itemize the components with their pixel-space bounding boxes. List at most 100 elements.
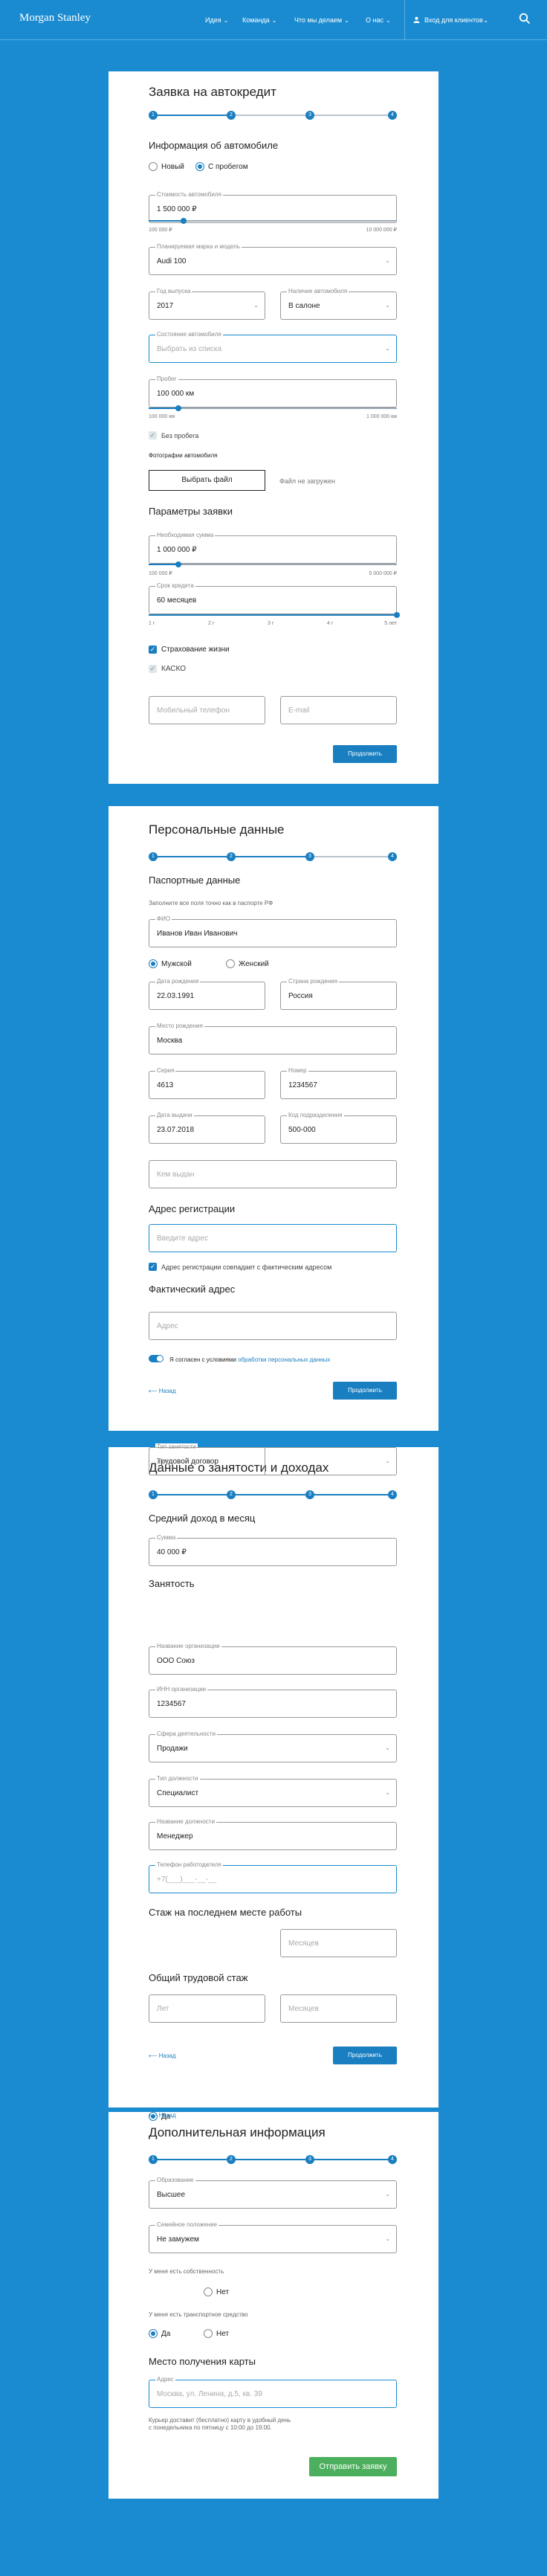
back-link[interactable]: ⟵ Назад <box>149 2112 176 2119</box>
section-reg-address: Адрес регистрации <box>149 1203 236 1214</box>
step-1: 1 <box>149 1490 158 1499</box>
employer-phone-input[interactable]: Телефон работодателя +7(___)___-__-__ <box>149 1861 397 1893</box>
mileage-field[interactable]: Пробег 100 000 км <box>149 376 397 408</box>
mileage-min: 100 000 км <box>149 414 175 419</box>
back-link[interactable]: ⟵ Назад <box>149 1388 176 1394</box>
choose-file-button[interactable]: Выбрать файл <box>149 470 265 491</box>
radio-new[interactable]: Новый <box>149 162 184 171</box>
consent-link[interactable]: обработки персональных данных <box>238 1356 330 1363</box>
brand-model-select[interactable]: Планируемая марка и модель Audi 100 ⌄ <box>149 243 397 275</box>
radio-female[interactable]: Женский <box>226 959 269 968</box>
step-1: 1 <box>149 2155 158 2164</box>
radio-used[interactable]: С пробегом <box>195 162 248 171</box>
car-price-slider[interactable] <box>149 218 397 224</box>
chevron-down-icon: ⌄ <box>385 2235 390 2242</box>
section-actual-address: Фактический адрес <box>149 1284 236 1295</box>
reg-matches-checkbox[interactable]: ✓ Адрес регистрации совпадает с фактическ… <box>149 1263 331 1271</box>
series-field[interactable]: Серия 4613 <box>149 1067 265 1099</box>
last-job-years-input[interactable]: Лет <box>149 1447 265 1475</box>
radio-male[interactable]: Мужской <box>149 959 192 968</box>
client-login[interactable]: Вход для клиентов⌄ <box>413 16 488 25</box>
continue-button[interactable]: Продолжить <box>333 745 397 763</box>
step-2: 2 <box>227 111 236 120</box>
birth-place-field[interactable]: Место рождения Москва <box>149 1023 397 1054</box>
total-months-input[interactable]: Месяцев <box>280 1994 397 2023</box>
chevron-down-icon: ⌄ <box>385 1458 390 1464</box>
total-years-input[interactable]: Лет <box>149 1994 265 2023</box>
phone-input[interactable]: Мобильный телефон <box>149 696 265 724</box>
email-input[interactable]: E-mail <box>280 696 397 724</box>
arrow-left-icon: ⟵ <box>149 2052 159 2059</box>
chevron-down-icon: ⌄ <box>223 17 229 24</box>
user-icon <box>413 16 420 23</box>
last-job-months-input[interactable]: Месяцев <box>280 1929 397 1957</box>
birth-date-field[interactable]: Дата рождения 22.03.1991 <box>149 978 265 1010</box>
income-field[interactable]: Сумма 40 000 ₽ <box>149 1534 397 1566</box>
page-title: Заявка на автокредит <box>149 85 276 99</box>
kasko-checkbox[interactable]: ✓ КАСКО <box>149 665 186 673</box>
birth-country-field[interactable]: Страна рождения Россия <box>280 978 397 1010</box>
availability-select[interactable]: Наличие автомобиля В салоне ⌄ <box>280 288 397 320</box>
back-link[interactable]: ⟵ Назад <box>149 2052 176 2059</box>
loan-term-field[interactable]: Срок кредита 60 месяцев <box>149 582 397 614</box>
year-select[interactable]: Год выпуска 2017 ⌄ <box>149 288 265 320</box>
delivery-note-2: с понедельника по пятницу с 10:00 до 19:… <box>149 2424 272 2431</box>
car-state-select[interactable]: Состояние автомобиля Выбрать из списка ⌄ <box>149 331 397 363</box>
fio-field[interactable]: ФИО Иванов Иван Иванович <box>149 915 397 947</box>
vehicle-yes-radio[interactable]: Да <box>149 2329 170 2338</box>
chevron-down-icon: ⌄ <box>385 17 391 24</box>
delivery-address-input[interactable]: Адрес Москва, ул. Ленина, д.5, кв. 39 <box>149 2376 397 2408</box>
property-no-radio[interactable]: Нет <box>204 2287 229 2296</box>
search-icon[interactable] <box>519 13 531 25</box>
position-type-select[interactable]: Тип должности Специалист ⌄ <box>149 1775 397 1807</box>
activity-select[interactable]: Сфера деятельности Продажи ⌄ <box>149 1730 397 1762</box>
property-question: У меня есть собственность <box>149 2268 224 2275</box>
continue-button[interactable]: Продолжить <box>333 2047 397 2064</box>
loan-term-slider[interactable] <box>149 612 400 618</box>
loan-amount-field[interactable]: Необходимая сумма 1 000 000 ₽ <box>149 532 397 564</box>
stepper: 1 2 3 4 <box>149 1490 397 1499</box>
no-mileage-checkbox[interactable]: ✓ Без пробега <box>149 431 198 439</box>
step-1: 1 <box>149 111 158 120</box>
reg-address-input[interactable]: Введите адрес <box>149 1224 397 1252</box>
inn-field[interactable]: ИНН организации 1234567 <box>149 1686 397 1718</box>
consent-toggle[interactable] <box>149 1355 164 1362</box>
issue-date-field[interactable]: Дата выдачи 23.07.2018 <box>149 1112 265 1144</box>
marital-status-select[interactable]: Семейное положение Не замужем ⌄ <box>149 2221 397 2253</box>
issued-by-input[interactable]: Кем выдан <box>149 1160 397 1188</box>
term-tick: 5 лет <box>384 621 397 626</box>
logo[interactable]: Morgan Stanley <box>19 12 91 25</box>
loan-amount-slider[interactable] <box>149 561 397 567</box>
step-4: 4 <box>388 852 397 861</box>
life-insurance-checkbox[interactable]: ✓ Страхование жизни <box>149 645 230 654</box>
term-tick: 1 г <box>149 621 155 626</box>
consent-text: Я согласен с условиями обработки персона… <box>169 1356 331 1363</box>
continue-button[interactable]: Продолжить <box>333 1382 397 1400</box>
mileage-slider[interactable] <box>149 405 397 411</box>
nav-item-about[interactable]: О нас ⌄ <box>366 16 391 24</box>
chevron-down-icon: ⌄ <box>385 257 390 264</box>
actual-address-input[interactable]: Адрес <box>149 1312 397 1340</box>
stepper: 1 2 3 4 <box>149 111 397 120</box>
nav-item-team[interactable]: Команда ⌄ <box>242 16 276 24</box>
nav-item-services[interactable]: Что мы делаем ⌄ <box>294 16 349 24</box>
submit-button[interactable]: Отправить заявку <box>309 2457 397 2476</box>
education-select[interactable]: Образование Высшее ⌄ <box>149 2177 397 2209</box>
nav-item-idea[interactable]: Идея ⌄ <box>205 16 228 24</box>
header-divider <box>404 0 405 40</box>
chevron-down-icon: ⌄ <box>385 1789 390 1796</box>
division-code-field[interactable]: Код подразделения 500-000 <box>280 1112 397 1144</box>
card-additional-info: Дополнительная информация 1 2 3 4 Образо… <box>109 2112 438 2499</box>
section-total-experience: Общий трудовой стаж <box>149 1972 248 1983</box>
page-title: Дополнительная информация <box>149 2125 326 2139</box>
org-name-field[interactable]: Название организации ООО Союз <box>149 1643 397 1675</box>
chevron-down-icon: ⌄ <box>253 302 259 309</box>
position-field[interactable]: Название должности Менеджер <box>149 1818 397 1850</box>
section-card-place: Место получения карты <box>149 2356 256 2367</box>
vehicle-no-radio[interactable]: Нет <box>204 2329 229 2338</box>
number-field[interactable]: Номер 1234567 <box>280 1067 397 1099</box>
step-3: 3 <box>305 852 314 861</box>
chevron-down-icon: ⌄ <box>482 16 489 24</box>
step-4: 4 <box>388 111 397 120</box>
step-3: 3 <box>305 2155 314 2164</box>
